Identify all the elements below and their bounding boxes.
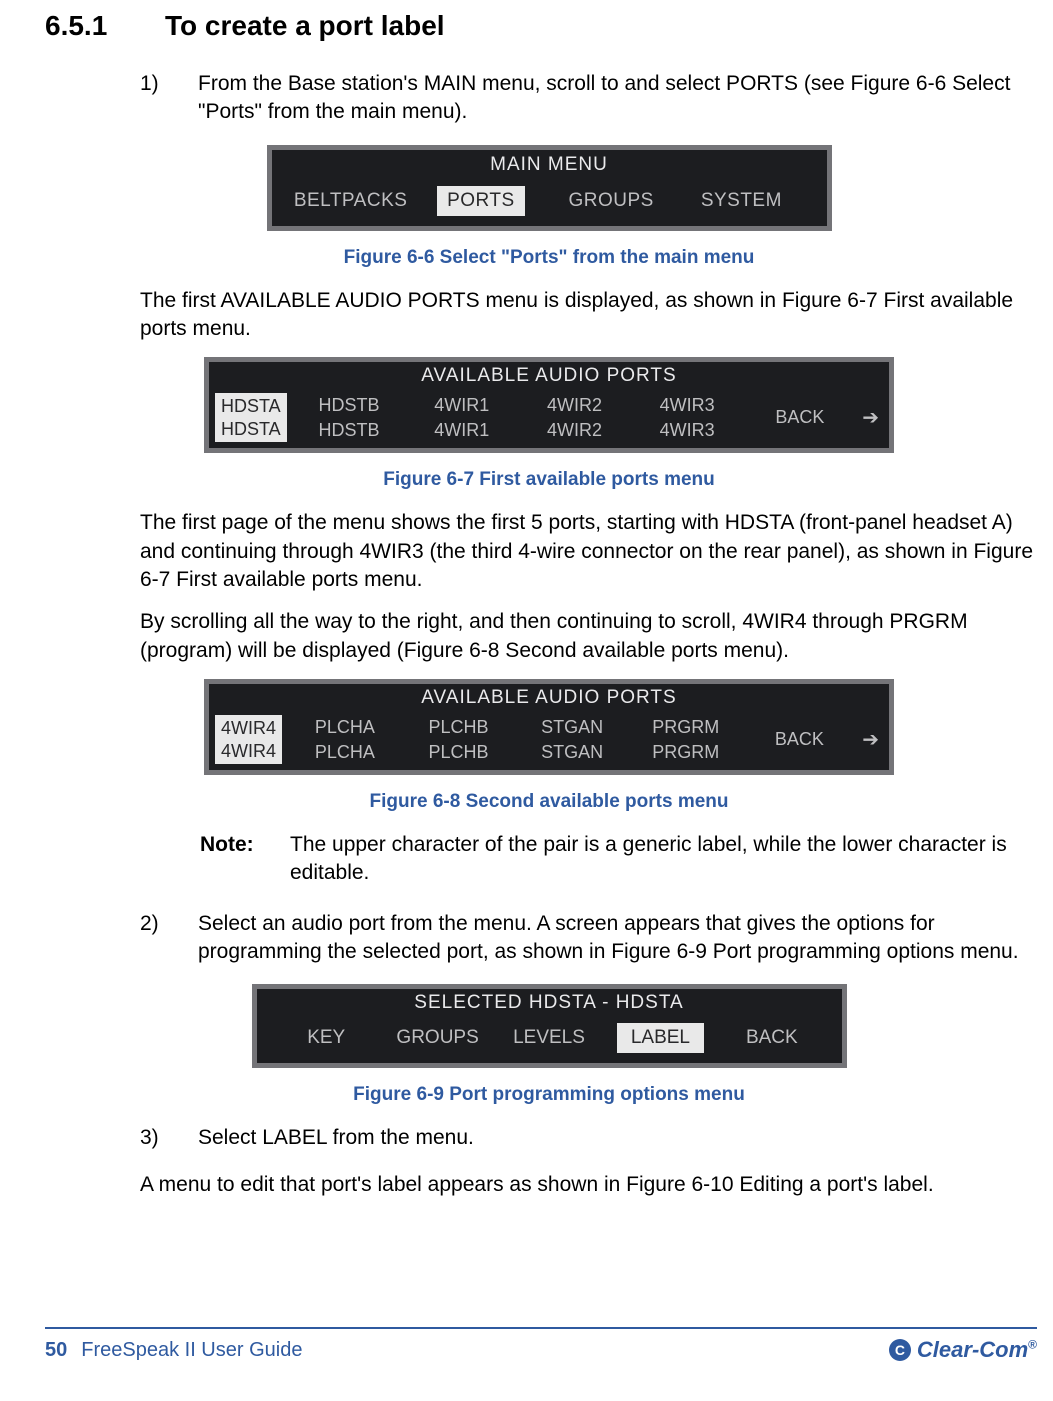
section-title-text: To create a port label	[165, 10, 445, 41]
sel-top: HDSTA	[221, 395, 281, 418]
selected-port-item-selected: LABEL	[617, 1023, 704, 1053]
figure-6-7: AVAILABLE AUDIO PORTS HDSTA HDSTA HDSTBH…	[45, 357, 1053, 453]
sel-bot: HDSTA	[221, 418, 281, 441]
port-col: PRGRMPRGRM	[629, 716, 743, 763]
ports-menu-1-title: AVAILABLE AUDIO PORTS	[209, 362, 889, 391]
port-col: 4WIR14WIR1	[405, 394, 518, 441]
step-1: 1) From the Base station's MAIN menu, sc…	[140, 70, 1053, 127]
section-number: 6.5.1	[45, 10, 165, 42]
note: Note: The upper character of the pair is…	[200, 831, 1053, 888]
step-3-number: 3)	[140, 1124, 198, 1152]
step-3: 3) Select LABEL from the menu.	[140, 1124, 1053, 1152]
scroll-right-icon: ➔	[856, 727, 885, 752]
selected-port-item: GROUPS	[382, 1027, 493, 1049]
paragraph: The first AVAILABLE AUDIO PORTS menu is …	[140, 287, 1053, 344]
ports-menu-2-screenshot: AVAILABLE AUDIO PORTS 4WIR4 4WIR4 PLCHAP…	[204, 679, 894, 775]
figure-6-8-caption: Figure 6-8 Second available ports menu	[45, 791, 1053, 813]
step-2-text: Select an audio port from the menu. A sc…	[198, 910, 1053, 967]
port-col: STGANSTGAN	[515, 716, 629, 763]
brand-logo: C Clear-Com®	[889, 1337, 1037, 1363]
main-menu-item: GROUPS	[546, 190, 676, 212]
ports-menu-1-selected: HDSTA HDSTA	[215, 393, 287, 442]
paragraph: A menu to edit that port's label appears…	[140, 1171, 1053, 1199]
ports-menu-1-screenshot: AVAILABLE AUDIO PORTS HDSTA HDSTA HDSTBH…	[204, 357, 894, 453]
section-heading: 6.5.1To create a port label	[45, 10, 1053, 42]
sel-bot: 4WIR4	[221, 740, 276, 763]
page-number: 50	[45, 1339, 67, 1362]
paragraph: The first page of the menu shows the fir…	[140, 509, 1053, 594]
back-label: BACK	[775, 407, 824, 428]
selected-port-menu-screenshot: SELECTED HDSTA - HDSTA KEY GROUPS LEVELS…	[252, 984, 847, 1068]
page-footer: 50 FreeSpeak II User Guide C Clear-Com®	[45, 1327, 1037, 1363]
selected-port-item: KEY	[271, 1027, 382, 1049]
main-menu-screenshot: MAIN MENU BELTPACKS PORTS GROUPS SYSTEM	[267, 145, 832, 231]
ports-menu-2-selected: 4WIR4 4WIR4	[215, 715, 282, 764]
port-col: 4WIR24WIR2	[518, 394, 631, 441]
selected-port-item: LEVELS	[493, 1027, 604, 1049]
doc-title: FreeSpeak II User Guide	[81, 1339, 302, 1362]
main-menu-title: MAIN MENU	[272, 150, 827, 182]
brand-name: Clear-Com	[917, 1337, 1028, 1362]
port-col: HDSTBHDSTB	[293, 394, 406, 441]
scroll-right-icon: ➔	[856, 405, 885, 430]
port-col: PLCHAPLCHA	[288, 716, 402, 763]
step-2: 2) Select an audio port from the menu. A…	[140, 910, 1053, 967]
figure-6-8: AVAILABLE AUDIO PORTS 4WIR4 4WIR4 PLCHAP…	[45, 679, 1053, 775]
main-menu-item-selected: PORTS	[437, 186, 525, 216]
step-1-text: From the Base station's MAIN menu, scrol…	[198, 70, 1053, 127]
main-menu-item: BELTPACKS	[286, 190, 416, 212]
figure-6-6-caption: Figure 6-6 Select "Ports" from the main …	[45, 247, 1053, 269]
figure-6-9-caption: Figure 6-9 Port programming options menu	[45, 1084, 1053, 1106]
note-text: The upper character of the pair is a gen…	[290, 831, 1053, 888]
selected-port-title: SELECTED HDSTA - HDSTA	[257, 989, 842, 1019]
figure-6-9: SELECTED HDSTA - HDSTA KEY GROUPS LEVELS…	[45, 984, 1053, 1068]
figure-6-6: MAIN MENU BELTPACKS PORTS GROUPS SYSTEM	[45, 145, 1053, 231]
back-label: BACK	[775, 729, 824, 750]
paragraph: By scrolling all the way to the right, a…	[140, 608, 1053, 665]
note-label: Note:	[200, 831, 290, 888]
step-2-number: 2)	[140, 910, 198, 967]
step-1-number: 1)	[140, 70, 198, 127]
brand-icon: C	[889, 1339, 911, 1361]
figure-6-7-caption: Figure 6-7 First available ports menu	[45, 469, 1053, 491]
step-3-text: Select LABEL from the menu.	[198, 1124, 1053, 1152]
sel-top: 4WIR4	[221, 717, 276, 740]
main-menu-item: SYSTEM	[676, 190, 806, 212]
selected-port-item: BACK	[716, 1027, 827, 1049]
ports-menu-2-title: AVAILABLE AUDIO PORTS	[209, 684, 889, 713]
port-col: 4WIR34WIR3	[631, 394, 744, 441]
port-col: PLCHBPLCHB	[402, 716, 516, 763]
